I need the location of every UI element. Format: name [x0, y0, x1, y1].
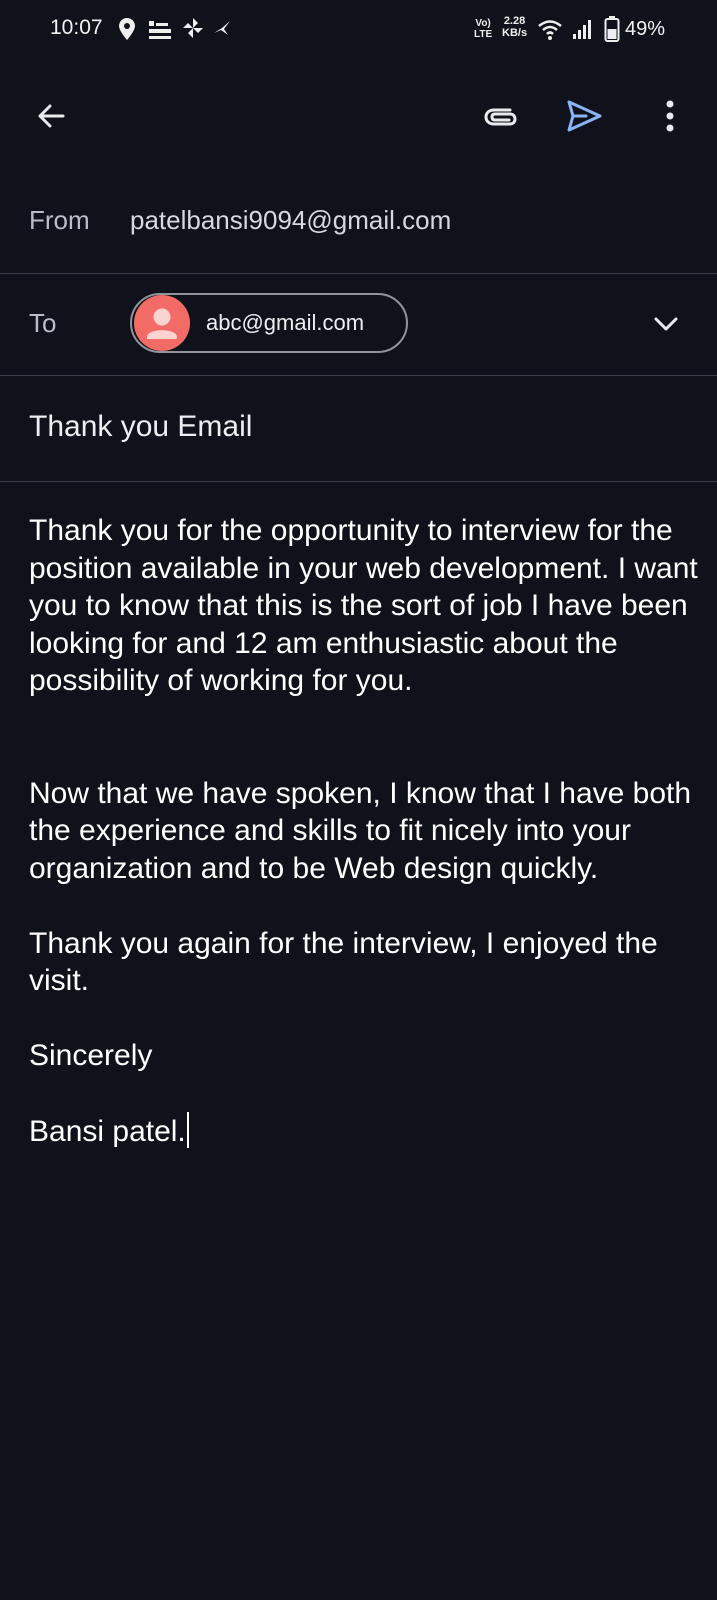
attach-icon — [484, 108, 517, 126]
recipient-email: abc@gmail.com — [206, 310, 365, 335]
from-value[interactable]: patelbansi9094@gmail.com — [130, 205, 451, 236]
battery-icon — [604, 16, 620, 42]
body-paragraph: Thank you again for the interview, I enj… — [29, 926, 658, 998]
text-cursor — [186, 1112, 189, 1148]
signal-icon — [573, 20, 591, 39]
network-speed: 2.28 KB/s — [502, 15, 527, 39]
email-body[interactable]: Thank you for the opportunity to intervi… — [29, 512, 699, 1151]
bird-app-icon — [214, 21, 230, 35]
to-row[interactable]: To abc@gmail.com — [0, 274, 717, 376]
back-arrow-icon — [38, 104, 65, 128]
from-label: From — [29, 205, 90, 235]
wifi-icon — [538, 20, 562, 40]
subject-row[interactable]: Thank you Email — [0, 376, 717, 482]
body-paragraph: Now that we have spoken, I know that I h… — [29, 776, 692, 885]
status-bar: 10:07 Vo) LTE 2.28 KB/s 49% — [0, 0, 717, 60]
network-type: Vo) LTE — [474, 18, 492, 40]
expand-recipients-button[interactable] — [642, 300, 690, 348]
from-row[interactable]: From patelbansi9094@gmail.com — [0, 172, 717, 274]
body-paragraph: Thank you for the opportunity to intervi… — [29, 514, 698, 697]
send-button[interactable] — [560, 92, 608, 140]
body-paragraph: Sincerely — [29, 1039, 153, 1072]
pinwheel-icon — [183, 18, 203, 38]
recipient-chip[interactable]: abc@gmail.com — [130, 293, 408, 353]
network-volte: Vo) — [475, 18, 491, 29]
compose-toolbar — [0, 80, 717, 152]
attach-button[interactable] — [476, 92, 524, 140]
more-options-button[interactable] — [646, 92, 694, 140]
speed-unit: KB/s — [502, 27, 528, 39]
speed-value: 2.28 — [503, 15, 526, 27]
status-time: 10:07 — [50, 16, 103, 39]
to-label: To — [29, 308, 57, 338]
person-icon — [147, 308, 177, 339]
subject-field[interactable]: Thank you Email — [29, 410, 252, 444]
chevron-down-icon — [654, 317, 678, 331]
body-signature: Bansi patel. — [29, 1112, 699, 1151]
location-pin-icon — [119, 18, 135, 40]
notification-app-icon — [149, 21, 171, 39]
back-button[interactable] — [27, 92, 75, 140]
signature-text: Bansi patel. — [29, 1115, 186, 1148]
network-lte: LTE — [474, 29, 493, 40]
avatar — [134, 295, 190, 351]
send-icon — [567, 100, 602, 132]
battery-percent: 49% — [625, 18, 666, 40]
more-vert-icon — [666, 100, 674, 132]
